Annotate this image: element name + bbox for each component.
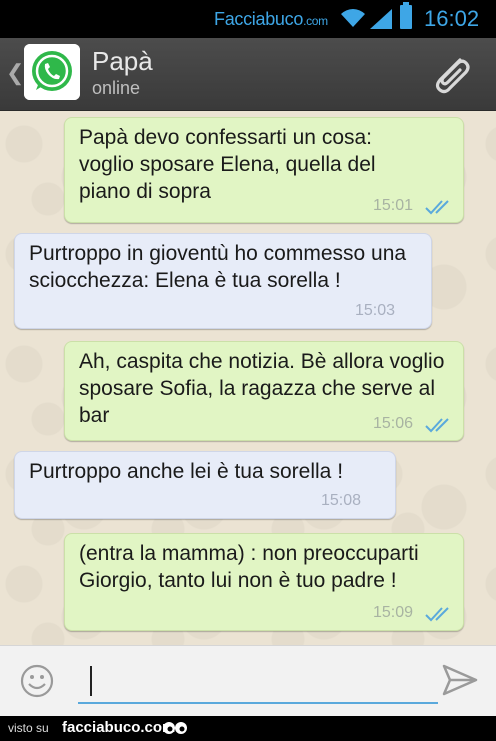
status-bar: Facciabuco.com 16:02 [0,0,496,38]
message-time: 15:01 [373,197,414,214]
status-brand-name: Facciabuco [214,9,304,29]
message-time: 15:08 [321,492,362,509]
message-incoming[interactable]: Purtroppo in gioventù ho commesso una sc… [14,233,432,329]
contact-name[interactable]: Papà [92,46,153,77]
send-icon[interactable] [442,664,478,696]
status-time: 16:02 [424,6,480,31]
chat-header: ❮ Papà online [0,38,496,111]
battery-icon [400,2,412,29]
message-incoming[interactable]: Purtroppo anche lei è tua sorella ! 15:0… [14,451,396,519]
footer-brand[interactable]: facciabuco.com [62,719,175,736]
message-outgoing[interactable]: Ah, caspita che notizia. Bè allora vogli… [64,341,464,441]
back-chevron-icon[interactable]: ❮ [6,60,24,86]
read-ticks-icon [425,200,449,215]
status-brand-suffix: .com [303,14,328,28]
whatsapp-avatar-icon[interactable] [24,44,80,100]
contact-status: online [92,78,141,98]
paperclip-icon[interactable] [430,54,474,96]
message-outgoing[interactable]: Papà devo confessarti un cosa: voglio sp… [64,117,464,223]
text-cursor [90,666,92,696]
signal-icon [370,9,392,29]
message-text: Purtroppo anche lei è tua sorella ! [29,460,344,483]
footer-visto: visto su [8,721,49,735]
message-text: Purtroppo in gioventù ho commesso una sc… [29,242,407,292]
message-outgoing[interactable]: (entra la mamma) : non preoccuparti Gior… [64,533,464,631]
eyes-logo-icon [163,722,187,734]
message-time: 15:06 [373,415,414,432]
message-input[interactable] [78,660,438,704]
wifi-icon [341,9,365,27]
status-brand: Facciabuco.com [214,9,328,30]
message-text: (entra la mamma) : non preoccuparti Gior… [79,542,419,592]
emoji-icon[interactable] [20,664,54,698]
chat-area[interactable]: Papà devo confessarti un cosa: voglio sp… [0,111,496,645]
input-bar [0,645,496,717]
message-time: 15:09 [373,604,414,621]
read-ticks-icon [425,607,449,622]
message-time: 15:03 [355,302,396,319]
watermark-footer: visto su facciabuco.com [0,716,496,741]
read-ticks-icon [425,418,449,433]
message-text: Papà devo confessarti un cosa: voglio sp… [79,126,376,203]
